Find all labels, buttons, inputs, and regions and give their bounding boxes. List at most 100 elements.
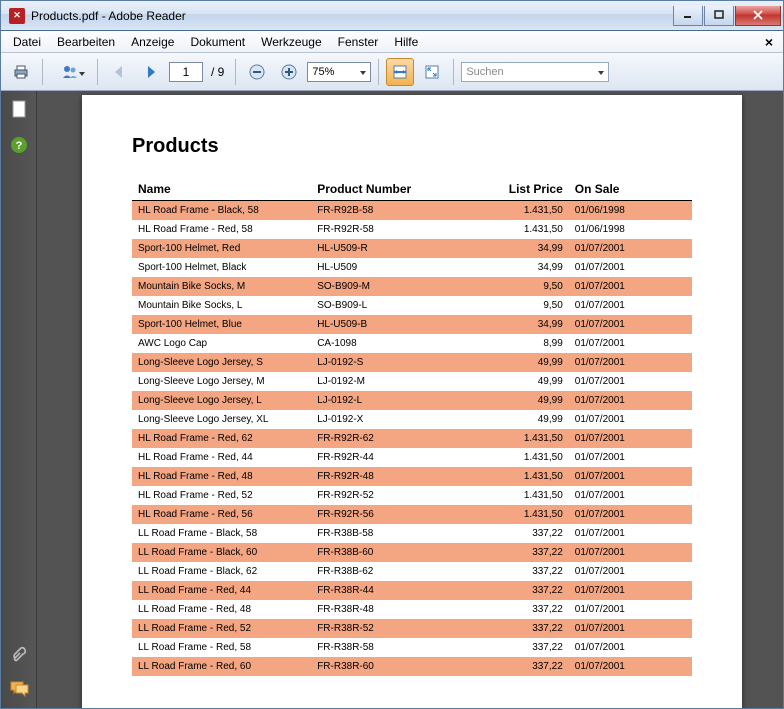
- cell-product-number: SO-B909-L: [311, 296, 457, 315]
- table-row: Long-Sleeve Logo Jersey, XLLJ-0192-X49,9…: [132, 410, 692, 429]
- cell-on-sale: 01/07/2001: [569, 600, 692, 619]
- cell-on-sale: 01/07/2001: [569, 543, 692, 562]
- collaborate-button[interactable]: [50, 58, 90, 86]
- cell-list-price: 337,22: [457, 543, 569, 562]
- table-row: AWC Logo CapCA-10988,9901/07/2001: [132, 334, 692, 353]
- menu-dokument[interactable]: Dokument: [182, 33, 253, 51]
- fit-page-button[interactable]: [418, 58, 446, 86]
- maximize-button[interactable]: [704, 6, 734, 26]
- nav-panel: ?: [1, 91, 37, 708]
- zoom-out-button[interactable]: [243, 58, 271, 86]
- table-row: LL Road Frame - Red, 48FR-R38R-48337,220…: [132, 600, 692, 619]
- zoom-combo[interactable]: 75%: [307, 62, 371, 82]
- plus-icon: [280, 63, 298, 81]
- next-page-button[interactable]: [137, 58, 165, 86]
- zoom-in-button[interactable]: [275, 58, 303, 86]
- print-button[interactable]: [7, 58, 35, 86]
- people-icon: [61, 63, 79, 81]
- cell-on-sale: 01/07/2001: [569, 467, 692, 486]
- fit-width-button[interactable]: [386, 58, 414, 86]
- products-table: Name Product Number List Price On Sale H…: [132, 178, 692, 676]
- cell-on-sale: 01/07/2001: [569, 505, 692, 524]
- header-on-sale: On Sale: [569, 178, 692, 201]
- menu-anzeige[interactable]: Anzeige: [123, 33, 182, 51]
- cell-on-sale: 01/07/2001: [569, 619, 692, 638]
- menu-datei[interactable]: Datei: [5, 33, 49, 51]
- menu-werkzeuge[interactable]: Werkzeuge: [253, 33, 329, 51]
- document-close-icon[interactable]: ×: [759, 34, 779, 50]
- cell-on-sale: 01/07/2001: [569, 429, 692, 448]
- document-area[interactable]: Products Name Product Number List Price …: [37, 91, 783, 708]
- cell-list-price: 49,99: [457, 372, 569, 391]
- cell-product-number: FR-R92B-58: [311, 201, 457, 221]
- cell-on-sale: 01/07/2001: [569, 486, 692, 505]
- cell-name: LL Road Frame - Red, 52: [132, 619, 311, 638]
- comments-icon[interactable]: [9, 678, 29, 698]
- cell-product-number: LJ-0192-M: [311, 372, 457, 391]
- table-row: LL Road Frame - Red, 60FR-R38R-60337,220…: [132, 657, 692, 676]
- menu-hilfe[interactable]: Hilfe: [386, 33, 426, 51]
- cell-name: LL Road Frame - Red, 60: [132, 657, 311, 676]
- cell-list-price: 49,99: [457, 391, 569, 410]
- cell-on-sale: 01/07/2001: [569, 524, 692, 543]
- cell-on-sale: 01/07/2001: [569, 315, 692, 334]
- cell-name: Long-Sleeve Logo Jersey, M: [132, 372, 311, 391]
- table-row: HL Road Frame - Red, 62FR-R92R-621.431,5…: [132, 429, 692, 448]
- svg-text:?: ?: [15, 140, 22, 152]
- cell-product-number: LJ-0192-X: [311, 410, 457, 429]
- cell-product-number: FR-R38B-58: [311, 524, 457, 543]
- cell-name: Mountain Bike Socks, L: [132, 296, 311, 315]
- cell-list-price: 337,22: [457, 562, 569, 581]
- pages-panel-icon[interactable]: [9, 99, 29, 119]
- cell-list-price: 9,50: [457, 296, 569, 315]
- menu-fenster[interactable]: Fenster: [330, 33, 387, 51]
- cell-on-sale: 01/07/2001: [569, 334, 692, 353]
- print-icon: [12, 63, 30, 81]
- cell-list-price: 8,99: [457, 334, 569, 353]
- cell-product-number: FR-R92R-58: [311, 220, 457, 239]
- fit-width-icon: [391, 63, 409, 81]
- cell-on-sale: 01/07/2001: [569, 638, 692, 657]
- cell-list-price: 337,22: [457, 600, 569, 619]
- titlebar[interactable]: ✕ Products.pdf - Adobe Reader: [1, 1, 783, 31]
- table-row: Long-Sleeve Logo Jersey, MLJ-0192-M49,99…: [132, 372, 692, 391]
- cell-list-price: 1.431,50: [457, 486, 569, 505]
- cell-product-number: FR-R92R-62: [311, 429, 457, 448]
- cell-on-sale: 01/07/2001: [569, 296, 692, 315]
- table-row: LL Road Frame - Red, 58FR-R38R-58337,220…: [132, 638, 692, 657]
- cell-on-sale: 01/07/2001: [569, 239, 692, 258]
- cell-name: HL Road Frame - Red, 52: [132, 486, 311, 505]
- cell-product-number: FR-R92R-52: [311, 486, 457, 505]
- prev-page-button[interactable]: [105, 58, 133, 86]
- help-icon[interactable]: ?: [9, 135, 29, 155]
- cell-name: LL Road Frame - Black, 58: [132, 524, 311, 543]
- table-row: Sport-100 Helmet, BlueHL-U509-B34,9901/0…: [132, 315, 692, 334]
- search-input[interactable]: Suchen: [461, 62, 609, 82]
- cell-product-number: FR-R38R-60: [311, 657, 457, 676]
- table-row: Long-Sleeve Logo Jersey, SLJ-0192-S49,99…: [132, 353, 692, 372]
- cell-product-number: FR-R92R-56: [311, 505, 457, 524]
- cell-list-price: 34,99: [457, 239, 569, 258]
- cell-name: LL Road Frame - Black, 62: [132, 562, 311, 581]
- page-number-input[interactable]: [169, 62, 203, 82]
- menu-bearbeiten[interactable]: Bearbeiten: [49, 33, 123, 51]
- cell-product-number: FR-R38B-62: [311, 562, 457, 581]
- table-row: Sport-100 Helmet, RedHL-U509-R34,9901/07…: [132, 239, 692, 258]
- cell-list-price: 1.431,50: [457, 201, 569, 221]
- cell-list-price: 49,99: [457, 410, 569, 429]
- close-button[interactable]: [735, 6, 781, 26]
- attachments-icon[interactable]: [9, 646, 29, 666]
- table-row: HL Road Frame - Black, 58FR-R92B-581.431…: [132, 201, 692, 221]
- cell-product-number: SO-B909-M: [311, 277, 457, 296]
- cell-list-price: 34,99: [457, 258, 569, 277]
- cell-on-sale: 01/07/2001: [569, 277, 692, 296]
- cell-product-number: LJ-0192-S: [311, 353, 457, 372]
- cell-on-sale: 01/07/2001: [569, 372, 692, 391]
- cell-product-number: HL-U509-R: [311, 239, 457, 258]
- document-title: Products: [132, 135, 692, 158]
- cell-list-price: 337,22: [457, 581, 569, 600]
- minimize-button[interactable]: [673, 6, 703, 26]
- cell-name: HL Road Frame - Red, 62: [132, 429, 311, 448]
- header-product-number: Product Number: [311, 178, 457, 201]
- cell-name: HL Road Frame - Red, 58: [132, 220, 311, 239]
